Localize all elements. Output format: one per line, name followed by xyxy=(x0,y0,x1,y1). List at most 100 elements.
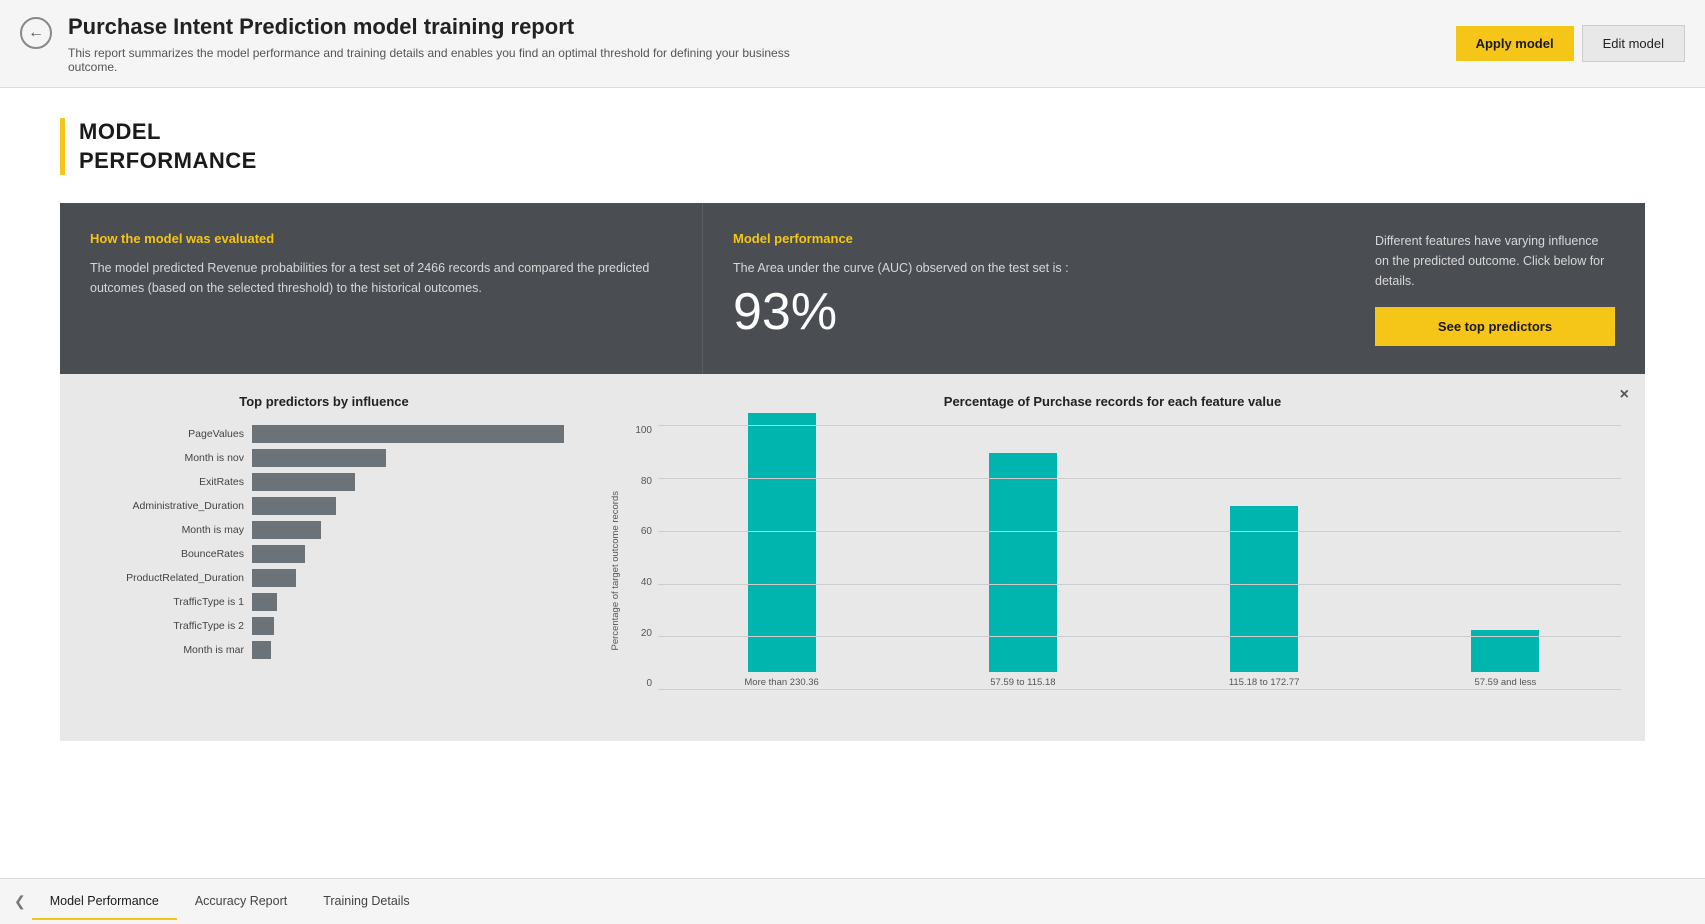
tab-model-performance[interactable]: Model Performance xyxy=(32,884,177,920)
header-actions: Apply model Edit model xyxy=(1456,25,1685,62)
feature-bar-fill xyxy=(989,453,1057,672)
tab-training-details[interactable]: Training Details xyxy=(305,884,427,920)
feature-chart-title: Percentage of Purchase records for each … xyxy=(604,394,1621,409)
predictor-bar-container xyxy=(252,593,564,611)
predictor-bar-container xyxy=(252,425,564,443)
predictor-label: ExitRates xyxy=(84,476,244,488)
feature-bars: More than 230.36 57.59 to 115.18 115.18 to… xyxy=(658,421,1621,721)
predictor-bar-container xyxy=(252,617,564,635)
predictor-bar-fill xyxy=(252,449,386,467)
perf-predictors-text: Different features have varying influenc… xyxy=(1375,231,1615,291)
predictor-label: BounceRates xyxy=(84,548,244,560)
predictor-bar-fill xyxy=(252,497,336,515)
perf-evaluation-title: How the model was evaluated xyxy=(90,231,672,246)
predictor-bar-row: TrafficType is 1 xyxy=(84,593,564,611)
header-left: ← Purchase Intent Prediction model train… xyxy=(20,13,828,74)
back-button[interactable]: ← xyxy=(20,17,52,49)
y-axis-labels: 100 80 60 40 20 0 xyxy=(628,421,658,721)
feature-bar-group: 57.59 to 115.18 xyxy=(907,425,1138,689)
predictor-bar-container xyxy=(252,521,564,539)
feature-bar-group: 115.18 to 172.77 xyxy=(1149,425,1380,689)
predictor-bar-row: Month is mar xyxy=(84,641,564,659)
perf-auc-value: 93% xyxy=(733,284,1315,341)
feature-chart: Percentage of Purchase records for each … xyxy=(604,394,1621,721)
predictor-bar-container xyxy=(252,497,564,515)
charts-panel: × Top predictors by influence PageValues… xyxy=(60,374,1645,741)
feature-bar-label: 57.59 and less xyxy=(1465,677,1545,689)
tab-scroll-left-button[interactable]: ❮ xyxy=(8,889,32,914)
perf-evaluation-col: How the model was evaluated The model pr… xyxy=(60,203,702,374)
predictor-bar-fill xyxy=(252,593,277,611)
y-label-0: 0 xyxy=(646,678,652,689)
predictor-bar-fill xyxy=(252,641,271,659)
predictor-label: Administrative_Duration xyxy=(84,500,244,512)
y-label-40: 40 xyxy=(641,577,652,588)
predictor-bar-container xyxy=(252,641,564,659)
feature-bar-fill xyxy=(748,413,816,672)
predictors-chart-title: Top predictors by influence xyxy=(84,394,564,409)
performance-card: How the model was evaluated The model pr… xyxy=(60,203,1645,374)
predictor-label: TrafficType is 1 xyxy=(84,596,244,608)
page-title: Purchase Intent Prediction model trainin… xyxy=(68,13,828,42)
page-header: ← Purchase Intent Prediction model train… xyxy=(0,0,1705,88)
see-top-predictors-button[interactable]: See top predictors xyxy=(1375,307,1615,346)
section-accent-bar xyxy=(60,118,65,175)
predictor-bar-row: ProductRelated_Duration xyxy=(84,569,564,587)
feature-bar-fill xyxy=(1230,506,1298,672)
perf-auc-col: Model performance The Area under the cur… xyxy=(702,203,1345,374)
perf-evaluation-text: The model predicted Revenue probabilitie… xyxy=(90,258,672,298)
predictors-chart: Top predictors by influence PageValues Mo… xyxy=(84,394,564,665)
predictor-bar-container xyxy=(252,473,564,491)
predictor-bar-fill xyxy=(252,521,321,539)
feature-bar-group: 57.59 and less xyxy=(1390,425,1621,689)
predictor-bar-row: PageValues xyxy=(84,425,564,443)
y-label-100: 100 xyxy=(635,425,652,436)
predictor-bar-container xyxy=(252,545,564,563)
predictor-bar-fill xyxy=(252,473,355,491)
feature-bar-label: More than 230.36 xyxy=(742,677,822,689)
edit-model-button[interactable]: Edit model xyxy=(1582,25,1685,62)
section-header: MODEL PERFORMANCE xyxy=(60,118,1645,175)
predictor-bar-fill xyxy=(252,617,274,635)
tab-accuracy-report[interactable]: Accuracy Report xyxy=(177,884,305,920)
apply-model-button[interactable]: Apply model xyxy=(1456,26,1574,61)
page-subtitle: This report summarizes the model perform… xyxy=(68,46,828,74)
predictor-bar-container xyxy=(252,449,564,467)
perf-auc-text: The Area under the curve (AUC) observed … xyxy=(733,258,1315,278)
predictor-bar-row: Month is may xyxy=(84,521,564,539)
header-title-block: Purchase Intent Prediction model trainin… xyxy=(68,13,828,74)
predictor-label: ProductRelated_Duration xyxy=(84,572,244,584)
predictor-bar-row: TrafficType is 2 xyxy=(84,617,564,635)
section-title: MODEL PERFORMANCE xyxy=(79,118,257,175)
predictor-bar-fill xyxy=(252,545,305,563)
y-label-60: 60 xyxy=(641,526,652,537)
bottom-tabs: ❮ Model PerformanceAccuracy ReportTraini… xyxy=(0,878,1705,924)
predictor-bar-row: Administrative_Duration xyxy=(84,497,564,515)
predictor-bars: PageValues Month is nov ExitRates Administr… xyxy=(84,425,564,659)
main-content: MODEL PERFORMANCE How the model was eval… xyxy=(0,88,1705,878)
bar-chart-container: More than 230.36 57.59 to 115.18 115.18 to… xyxy=(658,421,1621,721)
predictor-bar-fill xyxy=(252,569,296,587)
predictor-bar-row: ExitRates xyxy=(84,473,564,491)
feature-bar-group: More than 230.36 xyxy=(666,425,897,689)
feature-bar-fill xyxy=(1471,630,1539,672)
predictor-label: Month is may xyxy=(84,524,244,536)
perf-predictors-col: Different features have varying influenc… xyxy=(1345,203,1645,374)
tabs-container: Model PerformanceAccuracy ReportTraining… xyxy=(32,884,428,920)
close-charts-button[interactable]: × xyxy=(1620,386,1629,404)
charts-row: Top predictors by influence PageValues Mo… xyxy=(84,394,1621,721)
feature-bar-label: 115.18 to 172.77 xyxy=(1224,677,1304,689)
predictor-bar-row: BounceRates xyxy=(84,545,564,563)
predictor-label: Month is mar xyxy=(84,644,244,656)
predictor-bar-row: Month is nov xyxy=(84,449,564,467)
perf-auc-title: Model performance xyxy=(733,231,1315,246)
predictor-label: Month is nov xyxy=(84,452,244,464)
y-label-80: 80 xyxy=(641,476,652,487)
predictor-bar-container xyxy=(252,569,564,587)
predictor-label: TrafficType is 2 xyxy=(84,620,244,632)
predictor-bar-fill xyxy=(252,425,564,443)
predictor-label: PageValues xyxy=(84,428,244,440)
back-arrow-icon: ← xyxy=(28,24,44,42)
feature-bar-label: 57.59 to 115.18 xyxy=(983,677,1063,689)
y-axis-title: Percentage of target outcome records xyxy=(610,491,621,650)
